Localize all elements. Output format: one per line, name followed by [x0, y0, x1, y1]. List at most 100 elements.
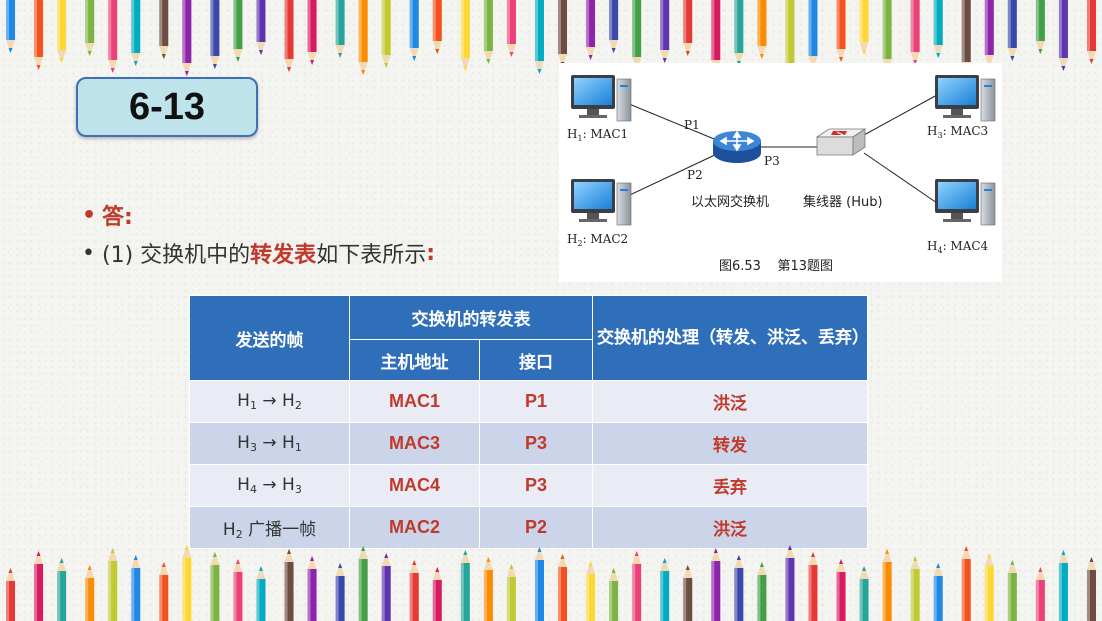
pencil-icon: [1035, 0, 1045, 54]
pencil-icon: [1086, 0, 1096, 64]
pencil-icon: [1007, 560, 1017, 621]
table-row: H4 → H3 MAC4 P3 丢弃: [189, 464, 868, 507]
pencil-icon: [131, 555, 141, 621]
computer-icon: [571, 75, 632, 122]
pencil-icon: [256, 566, 266, 621]
pencil-icon: [984, 0, 994, 68]
pencil-icon: [381, 553, 391, 621]
pencil-icon: [683, 565, 693, 621]
figure-caption: 图6.53 第13题图: [719, 259, 833, 274]
pencil-icon: [34, 0, 44, 70]
pencil-icon: [757, 562, 767, 621]
answer-line-1: • (1) 交换机中的 转发表 如下表所示:: [82, 234, 435, 272]
answer-list: • 答: • (1) 交换机中的 转发表 如下表所示:: [82, 196, 435, 272]
pencil-icon: [586, 0, 596, 60]
pencil-icon: [182, 0, 192, 76]
pencil-icon: [558, 554, 568, 621]
pencil-icon: [660, 0, 670, 63]
pencil-icon: [159, 562, 169, 621]
pencil-icon: [6, 0, 16, 53]
pencil-icon: [859, 566, 869, 621]
pencil-icon: [335, 563, 345, 621]
switch-label: 以太网交换机: [691, 194, 769, 210]
pencil-icon: [85, 565, 95, 621]
pencil-icon: [233, 559, 243, 621]
frame-cell: H1 → H2: [189, 380, 350, 423]
pencil-icon: [882, 0, 892, 72]
pencil-icon: [534, 0, 544, 74]
pencil-icon: [57, 558, 67, 621]
header-port: 接口: [479, 339, 593, 381]
pencil-icon: [757, 0, 767, 59]
pencil-icon: [859, 0, 869, 55]
pencil-icon: [6, 568, 16, 621]
pencil-icon: [1058, 550, 1068, 621]
answer-line-1-highlight: 转发表: [250, 243, 317, 268]
header-frame: 发送的帧: [189, 295, 350, 381]
pencil-icon: [409, 560, 419, 621]
answer-line-1-colon: :: [426, 240, 436, 266]
pencil-icon: [335, 0, 345, 58]
host-label-h1: H1: MAC1: [567, 127, 628, 143]
table-row: H1 → H2 MAC1 P1 洪泛: [189, 380, 868, 423]
pencil-icon: [460, 550, 470, 621]
pencil-icon: [660, 558, 670, 621]
action-cell: 洪泛: [592, 380, 868, 423]
pencil-icon: [1007, 0, 1017, 61]
port-label-p3: P3: [764, 154, 780, 168]
pencil-icon: [256, 0, 266, 55]
pencil-icon: [808, 552, 818, 621]
pencil-icon: [159, 0, 169, 59]
pencil-icon: [910, 556, 920, 621]
host-label-h3: H3: MAC3: [927, 124, 988, 140]
pencil-icon: [836, 0, 846, 62]
pencil-icon: [307, 556, 317, 621]
pencil-icon: [182, 545, 192, 621]
pencil-icon: [1058, 0, 1068, 71]
pencil-icon: [432, 0, 442, 54]
pencil-icon: [632, 551, 642, 621]
pencil-icon: [910, 0, 920, 65]
computer-icon: [935, 75, 996, 122]
pencil-icon: [711, 548, 721, 621]
pencil-icon: [358, 0, 368, 75]
pencil-icon: [85, 0, 95, 56]
pencil-icon: [108, 0, 118, 73]
pencil-icon: [210, 552, 220, 621]
pencil-icon: [683, 0, 693, 56]
pencil-icon: [210, 0, 220, 69]
pencil-icon: [34, 551, 44, 621]
host-label-h2: H2: MAC2: [567, 232, 628, 248]
pencil-icon: [506, 0, 516, 57]
pencil-icon: [734, 555, 744, 621]
pencil-icon: [1035, 567, 1045, 621]
pencil-icon: [609, 0, 619, 53]
pencil-icon: [558, 0, 568, 67]
pencil-icon: [882, 549, 892, 621]
header-forward-table: 交换机的转发表: [349, 295, 593, 340]
table-row: H3 → H1 MAC3 P3 转发: [189, 422, 868, 465]
bullet-icon: •: [82, 240, 95, 266]
host-address-cell: MAC3: [349, 422, 480, 465]
pencil-icon: [632, 0, 642, 70]
pencil-icon: [734, 0, 744, 66]
action-cell: 丢弃: [592, 464, 868, 507]
pencil-icon: [609, 568, 619, 621]
network-diagram: H1: MAC1 H2: MAC2 H3: MAC3 H4: MAC4 P1 P…: [567, 75, 996, 274]
hub-icon: [815, 128, 867, 156]
pencil-icon: [808, 0, 818, 69]
answer-line-1-suffix: 如下表所示: [316, 243, 427, 268]
pencil-icon: [460, 0, 470, 71]
pencil-icon: [984, 553, 994, 621]
pencil-illustration-bottom: [6, 545, 1096, 621]
network-links: [616, 94, 938, 204]
computer-icon: [571, 179, 632, 226]
pencil-icon: [284, 549, 294, 621]
pencil-icon: [933, 563, 943, 621]
pencil-icon: [57, 0, 67, 63]
pencil-icon: [586, 561, 596, 621]
header-handling: 交换机的处理（转发、洪泛、丢弃）: [592, 295, 869, 381]
pencil-icon: [836, 559, 846, 621]
bullet-icon: •: [82, 202, 97, 228]
port-cell: P3: [479, 464, 593, 507]
